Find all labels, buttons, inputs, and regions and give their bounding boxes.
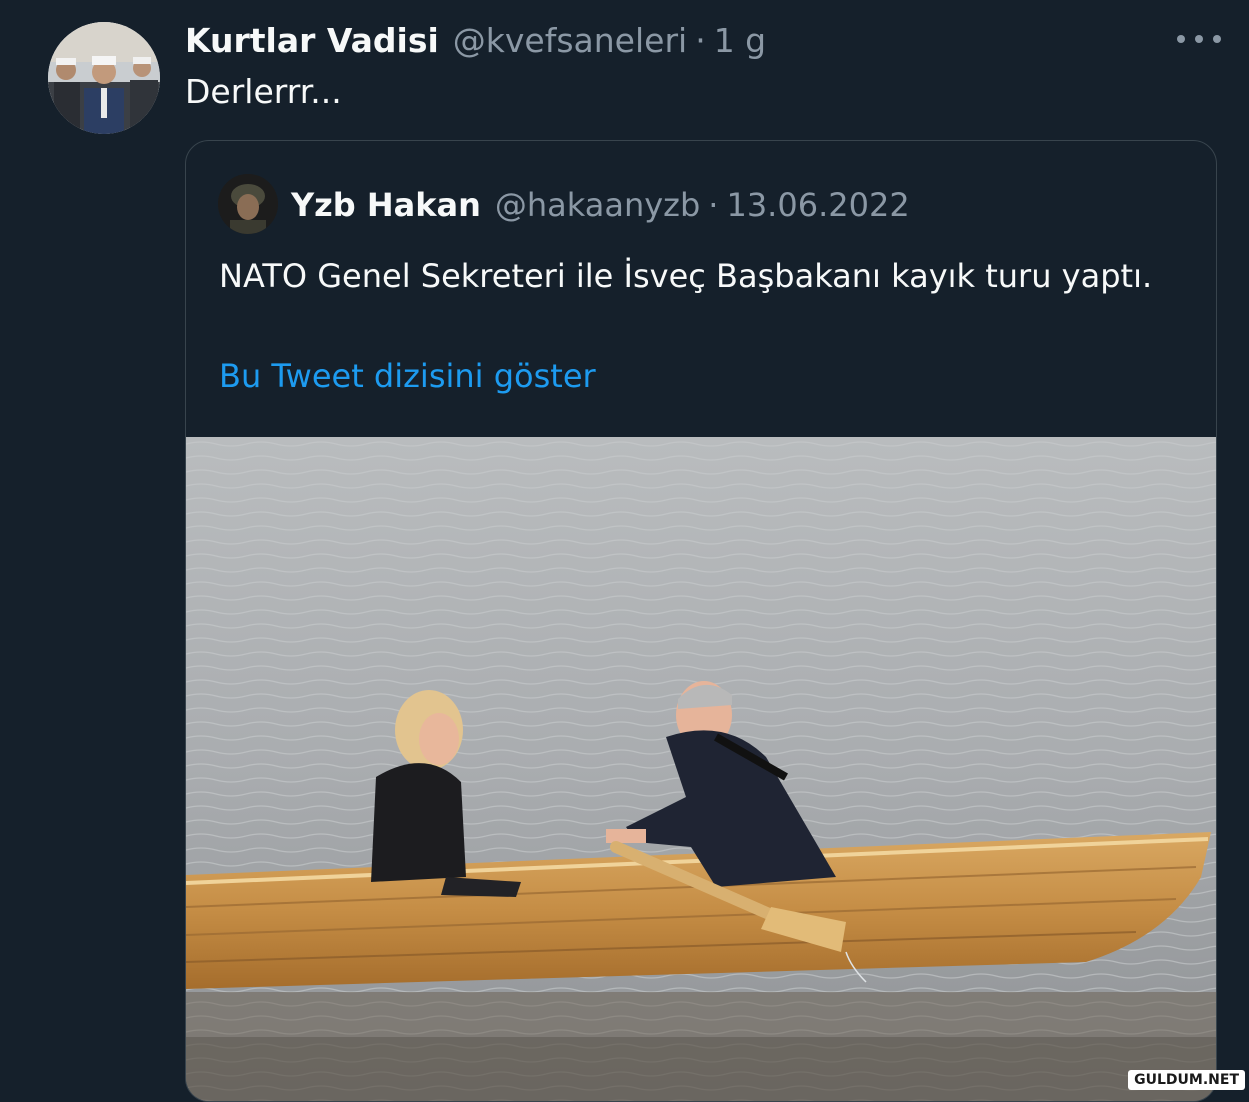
- tweet-header: Kurtlar Vadisi @kvefsaneleri · 1 g: [185, 14, 766, 66]
- meta-separator: ·: [695, 20, 706, 60]
- quoted-author-handle[interactable]: @hakaanyzb: [495, 186, 700, 224]
- meta-separator: ·: [708, 186, 719, 224]
- more-horizontal-icon: [1195, 35, 1203, 43]
- more-horizontal-icon: [1177, 35, 1185, 43]
- quoted-tweet-header: Yzb Hakan @hakaanyzb · 13.06.2022: [291, 179, 910, 231]
- author-handle[interactable]: @kvefsaneleri: [453, 21, 687, 60]
- author-name[interactable]: Kurtlar Vadisi: [185, 21, 439, 60]
- author-avatar[interactable]: [48, 22, 160, 134]
- more-options-button[interactable]: [1177, 24, 1221, 54]
- quoted-tweet-date[interactable]: 13.06.2022: [726, 186, 909, 224]
- quoted-tweet[interactable]: Yzb Hakan @hakaanyzb · 13.06.2022 NATO G…: [185, 140, 1217, 1102]
- quoted-author-name[interactable]: Yzb Hakan: [291, 186, 481, 224]
- more-horizontal-icon: [1213, 35, 1221, 43]
- quoted-tweet-text: NATO Genel Sekreteri ile İsveç Başbakanı…: [219, 257, 1153, 295]
- photo-image: [186, 437, 1216, 1101]
- tweet-text: Derlerrr...: [185, 72, 342, 111]
- avatar-image: [48, 22, 160, 134]
- tweet-time[interactable]: 1 g: [714, 21, 766, 60]
- avatar-image: [218, 174, 278, 234]
- show-thread-link[interactable]: Bu Tweet dizisini göster: [219, 357, 596, 395]
- tweet-photo[interactable]: [186, 437, 1216, 1101]
- watermark: GULDUM.NET: [1128, 1070, 1245, 1090]
- quoted-author-avatar[interactable]: [218, 174, 278, 234]
